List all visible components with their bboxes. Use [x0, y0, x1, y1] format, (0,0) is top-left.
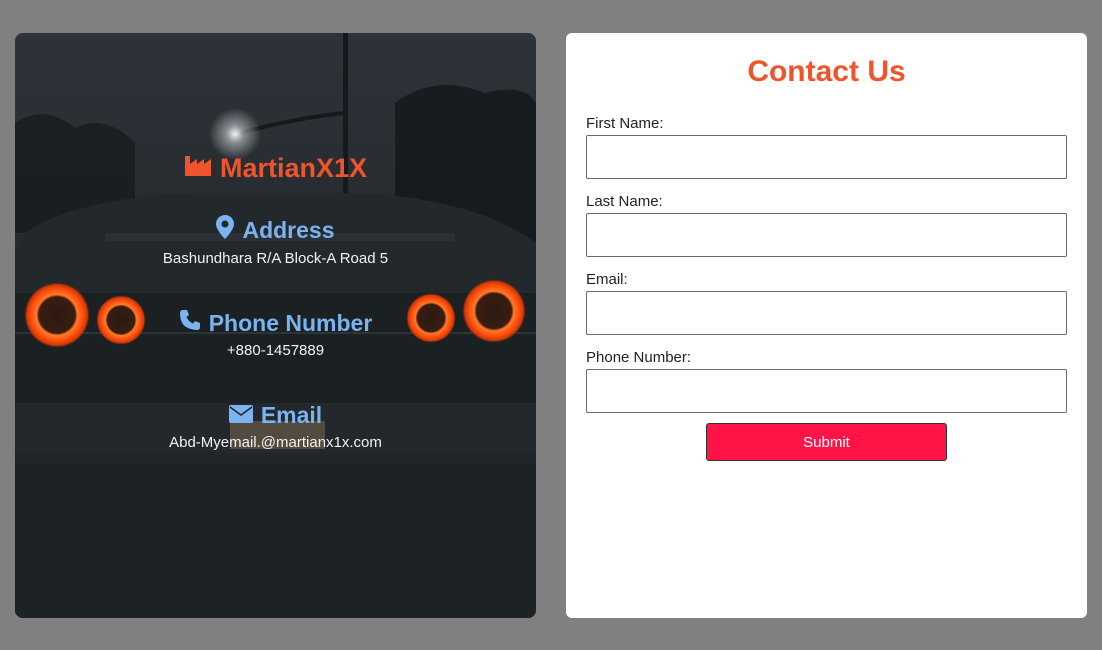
email-title: Email	[260, 402, 323, 428]
form-title: Contact Us	[747, 55, 906, 88]
phone-title: Phone Number	[208, 309, 373, 336]
info-content: MartianX1X Address Bashundhara R/A Block…	[15, 33, 536, 618]
submit-button[interactable]: Submit	[706, 423, 947, 461]
address-section: Address Bashundhara R/A Block-A Road 5	[15, 215, 536, 267]
contact-info-card: MartianX1X Address Bashundhara R/A Block…	[15, 33, 536, 618]
phone-value: +880-1457889	[226, 342, 325, 359]
first-name-input[interactable]	[586, 135, 1067, 179]
phone-icon	[179, 309, 201, 337]
address-value: Bashundhara R/A Block-A Road 5	[162, 250, 389, 267]
email-value: Abd-Myemail.@martianx1x.com	[169, 434, 382, 451]
address-title: Address	[242, 216, 335, 243]
email-section: Email Abd-Myemail.@martianx1x.com	[15, 402, 536, 451]
email-input[interactable]	[586, 291, 1067, 335]
phone-number-label: Phone Number:	[586, 349, 692, 366]
first-name-label: First Name:	[586, 115, 664, 132]
phone-section: Phone Number +880-1457889	[15, 309, 536, 359]
envelope-icon	[228, 402, 253, 429]
map-marker-icon	[216, 215, 235, 245]
last-name-input[interactable]	[586, 213, 1067, 257]
brand-heading: MartianX1X	[15, 153, 536, 184]
email-label: Email:	[586, 271, 628, 288]
last-name-label: Last Name:	[586, 193, 663, 210]
contact-form-card: Contact Us First Name: Last Name: Email:…	[566, 33, 1087, 618]
phone-number-input[interactable]	[586, 369, 1067, 413]
brand-name: MartianX1X	[219, 153, 368, 183]
factory-icon	[184, 153, 212, 184]
